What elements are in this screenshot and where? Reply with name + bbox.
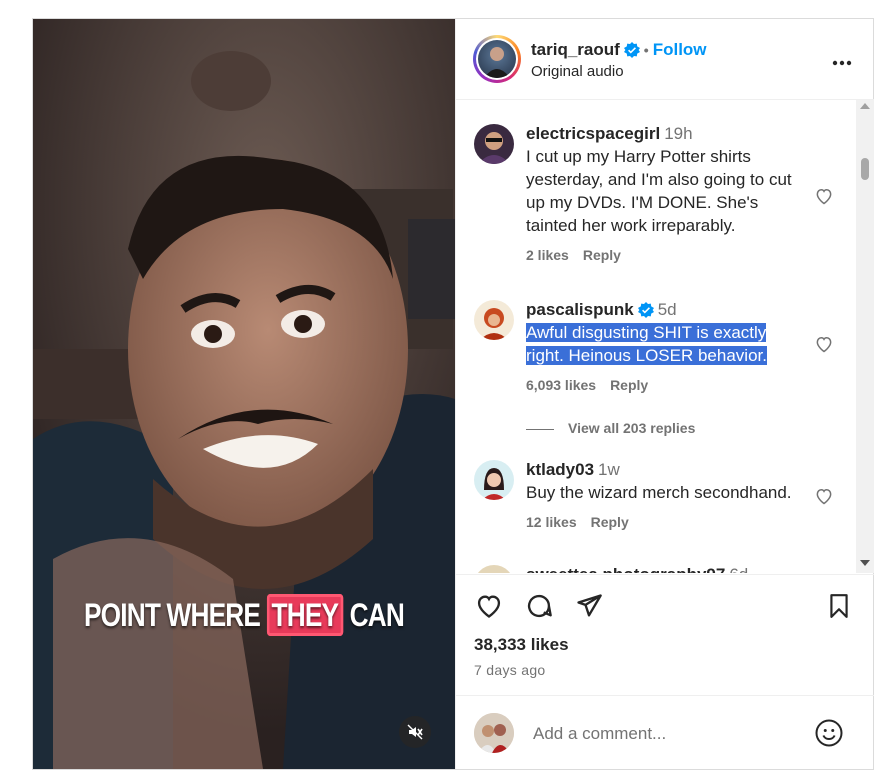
reel-video[interactable]: POINT WHERE THEY CAN [33, 19, 455, 769]
comment-time: 5d [657, 300, 677, 319]
comment-time: 1w [598, 460, 620, 479]
current-user-avatar [474, 713, 514, 753]
like-heart-icon[interactable] [474, 592, 504, 620]
video-caption: POINT WHERE THEY CAN [71, 594, 417, 636]
comment-input[interactable] [531, 720, 795, 748]
scroll-up-arrow-icon[interactable] [860, 102, 870, 110]
verified-badge-icon [637, 302, 654, 318]
view-replies-button[interactable]: View all 203 replies [526, 420, 695, 436]
comments-list[interactable]: electricspacegirl 19h I cut up my Harry P… [456, 100, 856, 573]
author-line: tariq_raouf • Follow [531, 40, 707, 60]
comment-username[interactable]: pascalispunk [526, 300, 634, 319]
separator-dot: • [643, 42, 649, 58]
add-comment-bar [456, 695, 874, 770]
post-header: tariq_raouf • Follow Original audio [456, 19, 874, 100]
mute-button[interactable] [399, 716, 431, 748]
reply-button[interactable]: Reply [583, 247, 621, 263]
comment-text-selected: Awful disgusting SHIT is exactly right. H… [526, 323, 767, 365]
comment-like-heart-icon[interactable] [814, 334, 834, 354]
likes-count[interactable]: 38,333 likes [474, 635, 569, 655]
comment-likes[interactable]: 2 likes [526, 247, 569, 263]
video-frame [33, 19, 455, 769]
caption-highlight: THEY [266, 594, 344, 636]
save-bookmark-icon[interactable] [826, 592, 852, 620]
post-time-ago: 7 days ago [474, 662, 546, 678]
comment-username[interactable]: electricspacegirl [526, 124, 660, 143]
replies-divider [526, 428, 554, 430]
scroll-down-arrow-icon[interactable] [860, 559, 870, 567]
follow-button[interactable]: Follow [653, 40, 707, 59]
scroll-thumb[interactable] [861, 158, 869, 180]
comment-username[interactable]: ktlady03 [526, 460, 594, 479]
comment-time: 19h [664, 124, 693, 143]
post-actions: 38,333 likes 7 days ago [456, 574, 874, 695]
comment-like-heart-icon[interactable] [814, 186, 834, 206]
comment-text: Buy the wizard merch secondhand. [526, 483, 792, 502]
comment-avatar[interactable] [474, 124, 514, 164]
more-options-button[interactable] [832, 53, 852, 71]
emoji-picker-icon[interactable] [814, 718, 844, 748]
comment-bubble-icon[interactable] [524, 592, 554, 620]
comment-likes[interactable]: 12 likes [526, 514, 577, 530]
comment-avatar[interactable] [474, 460, 514, 500]
comment-time: 6d [729, 565, 748, 573]
comment-username[interactable]: sweettea.photography97 [526, 565, 725, 573]
comment-avatar[interactable] [474, 565, 514, 573]
comment-like-heart-icon[interactable] [814, 486, 834, 506]
original-audio-link[interactable]: Original audio [531, 63, 624, 80]
comment-avatar[interactable] [474, 300, 514, 340]
comments-scrollbar[interactable] [856, 100, 874, 573]
reply-button[interactable]: Reply [610, 377, 648, 393]
reply-button[interactable]: Reply [591, 514, 629, 530]
comment-likes[interactable]: 6,093 likes [526, 377, 596, 393]
speaker-muted-icon [407, 724, 423, 740]
post-dialog: POINT WHERE THEY CAN tariq_raouf • Follow … [32, 18, 874, 770]
share-send-icon[interactable] [574, 592, 604, 620]
post-side-panel: tariq_raouf • Follow Original audio electr… [455, 19, 874, 769]
author-username[interactable]: tariq_raouf [531, 40, 620, 59]
author-avatar[interactable] [473, 35, 521, 83]
comment-text: I cut up my Harry Potter shirts yesterda… [526, 147, 792, 235]
more-options-icon [832, 60, 852, 66]
verified-badge-icon [623, 42, 640, 58]
